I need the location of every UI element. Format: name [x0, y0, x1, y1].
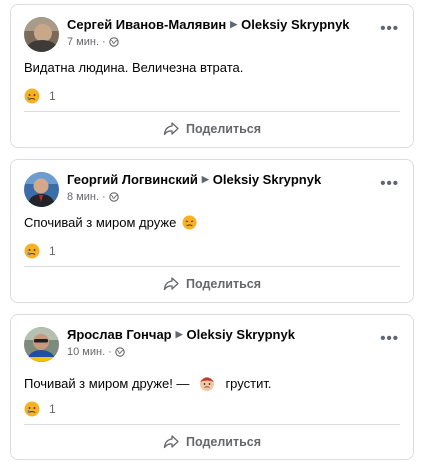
globe-icon: [108, 37, 119, 47]
divider: [24, 266, 400, 267]
disappointed-emoji-icon: [182, 215, 197, 230]
more-options-icon[interactable]: •••: [380, 21, 399, 36]
meta-separator: ·: [102, 191, 106, 203]
share-label: Поделиться: [185, 277, 262, 291]
share-button[interactable]: Поделиться: [11, 272, 413, 296]
post-meta: 10 мин. ·: [67, 346, 125, 358]
author-name[interactable]: Сергей Иванов-Малявин: [67, 17, 226, 32]
post-text: Спочивай з миром друже: [24, 215, 197, 230]
post-card: Георгий Логвинский ▶ Oleksiy Skrypnyk 8 …: [10, 159, 414, 303]
meta-separator: ·: [108, 346, 112, 358]
post-header: Ярослав Гончар ▶ Oleksiy Skrypnyk: [67, 327, 295, 342]
post-text: Видатна людина. Величезна втрата.: [24, 60, 243, 75]
reaction-count: 1: [49, 402, 56, 416]
reactions-bar[interactable]: 1: [24, 88, 56, 104]
globe-icon: [108, 192, 119, 202]
share-icon: [163, 435, 179, 449]
target-name[interactable]: Oleksiy Skrypnyk: [187, 327, 295, 342]
timestamp[interactable]: 10 мин.: [67, 346, 105, 358]
post-card: Ярослав Гончар ▶ Oleksiy Skrypnyk 10 мин…: [10, 314, 414, 460]
more-options-icon[interactable]: •••: [380, 176, 399, 191]
post-meta: 7 мин. ·: [67, 36, 119, 48]
reaction-count: 1: [49, 89, 56, 103]
sad-reaction-icon: [24, 88, 40, 104]
share-label: Поделиться: [185, 122, 262, 136]
avatar[interactable]: [24, 172, 59, 207]
arrow-right-icon: ▶: [230, 19, 238, 29]
author-name[interactable]: Ярослав Гончар: [67, 327, 172, 342]
post-header: Георгий Логвинский ▶ Oleksiy Skrypnyk: [67, 172, 321, 187]
arrow-right-icon: ▶: [201, 174, 209, 184]
reactions-bar[interactable]: 1: [24, 243, 56, 259]
share-icon: [163, 277, 179, 291]
timestamp[interactable]: 8 мин.: [67, 191, 99, 203]
post-body: Почивай з миром друже! —: [24, 375, 190, 391]
post-card: Сергей Иванов-Малявин ▶ Oleksiy Skrypnyk…: [10, 4, 414, 148]
timestamp[interactable]: 7 мин.: [67, 36, 99, 48]
sad-reaction-icon: [24, 401, 40, 417]
meta-separator: ·: [102, 36, 106, 48]
reaction-count: 1: [49, 244, 56, 258]
share-button[interactable]: Поделиться: [11, 430, 413, 454]
share-button[interactable]: Поделиться: [11, 117, 413, 141]
more-options-icon[interactable]: •••: [380, 331, 399, 346]
post-text: Почивай з миром друже! — грустит.: [24, 373, 271, 393]
avatar[interactable]: [24, 327, 59, 362]
divider: [24, 111, 400, 112]
target-name[interactable]: Oleksiy Skrypnyk: [241, 17, 349, 32]
author-name[interactable]: Георгий Логвинский: [67, 172, 198, 187]
divider: [24, 424, 400, 425]
target-name[interactable]: Oleksiy Skrypnyk: [213, 172, 321, 187]
share-label: Поделиться: [185, 435, 262, 449]
person-emoji-icon: [200, 377, 215, 391]
arrow-right-icon: ▶: [175, 329, 183, 339]
post-body: Спочивай з миром друже: [24, 215, 177, 230]
sad-reaction-icon: [24, 243, 40, 259]
share-icon: [163, 122, 179, 136]
avatar[interactable]: [24, 17, 59, 52]
post-meta: 8 мин. ·: [67, 191, 119, 203]
post-body: Видатна людина. Величезна втрата.: [24, 60, 244, 75]
feeling-text: грустит.: [225, 375, 272, 391]
post-header: Сергей Иванов-Малявин ▶ Oleksiy Skrypnyk: [67, 17, 350, 32]
globe-icon: [115, 347, 125, 357]
reactions-bar[interactable]: 1: [24, 401, 56, 417]
